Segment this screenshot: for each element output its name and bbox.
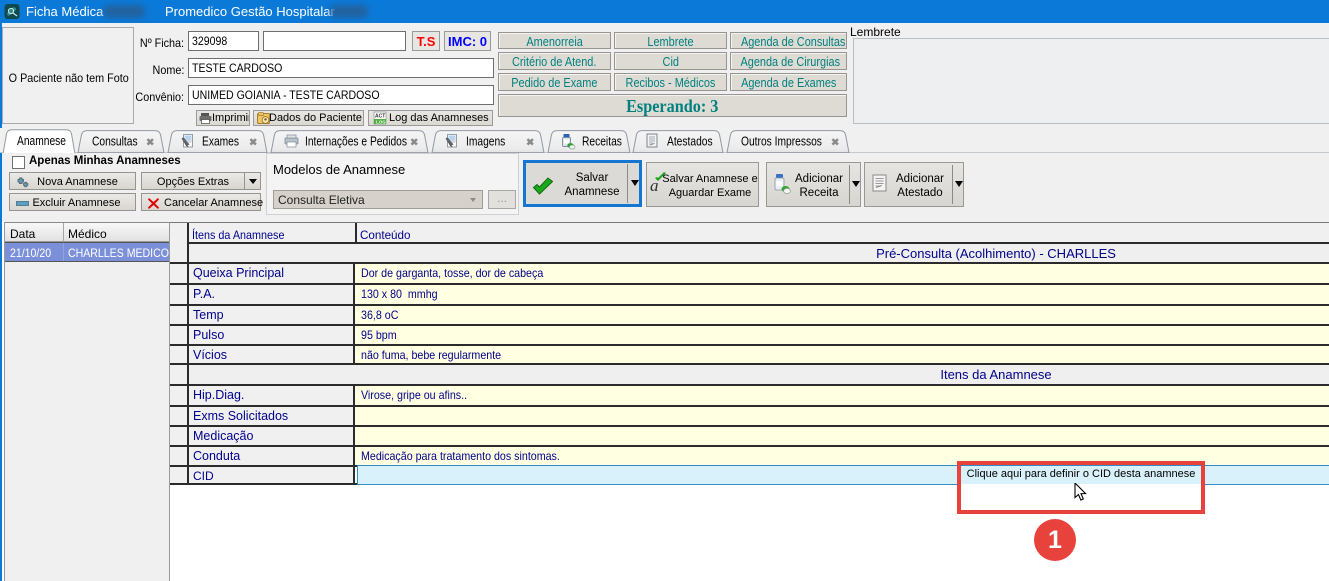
svg-text:Exames: Exames bbox=[202, 135, 239, 149]
svg-text:✖: ✖ bbox=[526, 138, 534, 149]
svg-text:Imagens: Imagens bbox=[466, 135, 505, 149]
svg-text:✖: ✖ bbox=[146, 138, 154, 149]
svg-text:Receitas: Receitas bbox=[582, 135, 622, 149]
svg-text:Internações e Pedidos: Internações e Pedidos bbox=[305, 135, 407, 149]
svg-text:✖: ✖ bbox=[410, 138, 418, 149]
svg-text:✖: ✖ bbox=[249, 138, 257, 149]
svg-text:LOG: LOG bbox=[376, 120, 386, 125]
svg-text:Atestados: Atestados bbox=[667, 135, 713, 149]
svg-text:Outros Impressos: Outros Impressos bbox=[741, 135, 822, 149]
svg-text:✖: ✖ bbox=[831, 138, 839, 149]
svg-text:Consultas: Consultas bbox=[92, 135, 138, 149]
svg-text:Anamnese: Anamnese bbox=[17, 134, 66, 148]
